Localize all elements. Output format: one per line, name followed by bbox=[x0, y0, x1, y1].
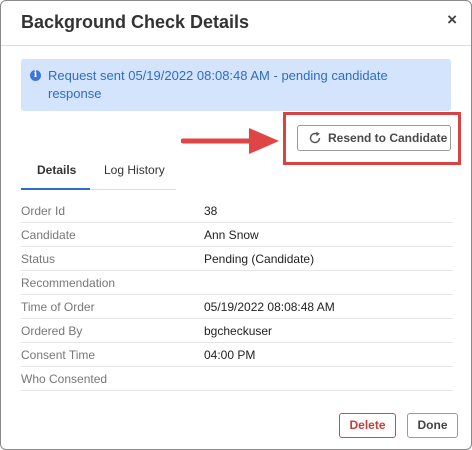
detail-label: Candidate bbox=[21, 228, 76, 242]
detail-label: Status bbox=[21, 252, 56, 266]
dialog-title: Background Check Details bbox=[21, 12, 250, 32]
detail-row-who-consented: Who Consented bbox=[21, 367, 453, 391]
delete-button[interactable]: Delete bbox=[339, 413, 396, 438]
done-button[interactable]: Done bbox=[407, 413, 458, 438]
detail-label: Who Consented bbox=[21, 372, 108, 386]
detail-value: Ann Snow bbox=[204, 228, 259, 242]
info-icon: i bbox=[30, 70, 41, 81]
detail-row-candidate: Candidate Ann Snow bbox=[21, 223, 453, 247]
detail-value: 38 bbox=[204, 204, 218, 218]
tab-log-history[interactable]: Log History bbox=[104, 163, 165, 177]
detail-label: Time of Order bbox=[21, 300, 95, 314]
detail-row-status: Status Pending (Candidate) bbox=[21, 247, 453, 271]
refresh-icon bbox=[309, 131, 321, 144]
detail-value: Pending (Candidate) bbox=[204, 252, 315, 266]
close-button[interactable]: × bbox=[447, 10, 457, 30]
detail-value: bgcheckuser bbox=[204, 324, 273, 338]
resend-button-label: Resend to Candidate bbox=[328, 131, 448, 145]
detail-value: 04:00 PM bbox=[204, 348, 256, 362]
detail-label: Ordered By bbox=[21, 324, 83, 338]
dialog-header: Background Check Details × bbox=[1, 1, 471, 46]
resend-to-candidate-button[interactable]: Resend to Candidate bbox=[297, 125, 451, 151]
detail-row-consent-time: Consent Time 04:00 PM bbox=[21, 343, 453, 367]
annotation-arrow-icon bbox=[181, 128, 279, 154]
detail-label: Order Id bbox=[21, 204, 66, 218]
detail-row-ordered-by: Ordered By bgcheckuser bbox=[21, 319, 453, 343]
alert-message: Request sent 05/19/2022 08:08:48 AM - pe… bbox=[48, 68, 388, 101]
tab-bar: Details Log History bbox=[21, 153, 176, 190]
detail-label: Recommendation bbox=[21, 276, 116, 290]
detail-value: 05/19/2022 08:08:48 AM bbox=[204, 300, 335, 314]
details-list: Order Id 38 Candidate Ann Snow Status Pe… bbox=[21, 199, 453, 391]
detail-row-order-id: Order Id 38 bbox=[21, 199, 453, 223]
detail-row-recommendation: Recommendation bbox=[21, 271, 453, 295]
background-check-dialog: Background Check Details × i Request sen… bbox=[0, 0, 472, 450]
active-tab-indicator bbox=[21, 188, 90, 190]
detail-row-time-of-order: Time of Order 05/19/2022 08:08:48 AM bbox=[21, 295, 453, 319]
tab-details[interactable]: Details bbox=[37, 163, 76, 177]
detail-label: Consent Time bbox=[21, 348, 96, 362]
info-alert: i Request sent 05/19/2022 08:08:48 AM - … bbox=[21, 59, 451, 111]
